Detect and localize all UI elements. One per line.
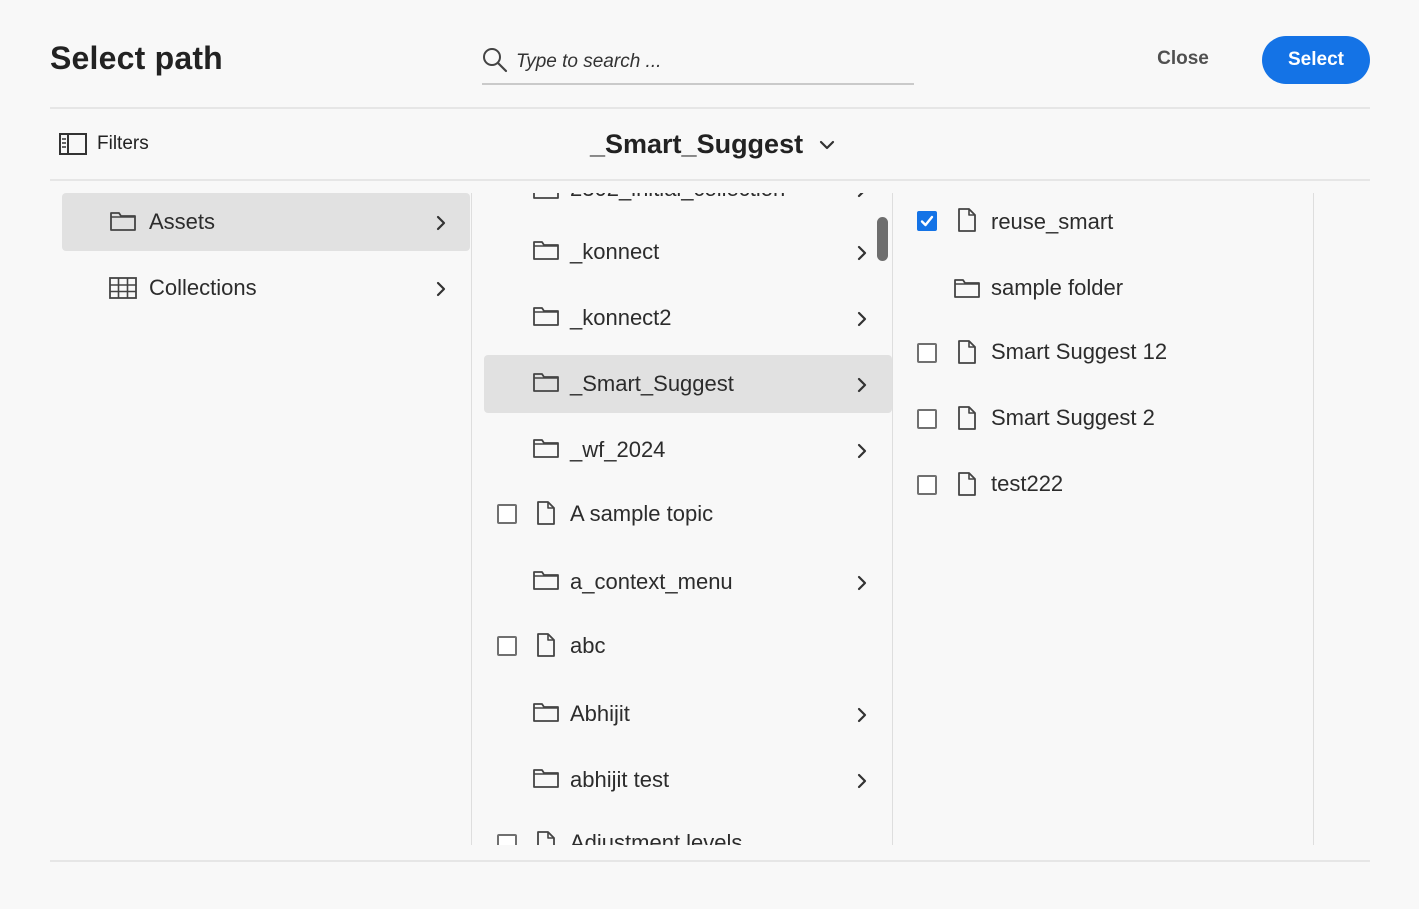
browser-toolbar: Filters _Smart_Suggest (50, 109, 1370, 181)
nav-column: Assets Collections (62, 193, 470, 845)
item-checkbox[interactable] (917, 409, 937, 429)
item-label: abhijit test (570, 767, 670, 792)
list-item[interactable]: Abhijit (472, 685, 892, 743)
item-label: sample folder (991, 275, 1124, 300)
nav-item-assets[interactable]: Assets (62, 193, 470, 251)
list-item[interactable]: _konnect2 (472, 289, 892, 347)
list-item[interactable]: a_context_menu (472, 553, 892, 611)
folder-icon (533, 241, 559, 260)
list-item-selected[interactable]: _Smart_Suggest (484, 355, 892, 413)
item-checkbox[interactable] (497, 636, 517, 656)
list-item[interactable]: _konnect (472, 223, 892, 281)
footer-divider (50, 860, 1370, 862)
folder-icon (533, 307, 559, 326)
item-checkbox[interactable] (497, 834, 517, 845)
current-folder-label: _Smart_Suggest (590, 129, 804, 159)
folder-icon (533, 439, 559, 458)
item-label: _Smart_Suggest (570, 371, 734, 396)
item-checkbox[interactable] (917, 475, 937, 495)
item-label: A sample topic (570, 501, 714, 526)
folder-icon (533, 703, 559, 722)
close-button[interactable]: Close (1143, 36, 1223, 82)
item-label: test222 (991, 471, 1064, 496)
chevron-right-icon (857, 245, 867, 261)
nav-item-label: Assets (149, 209, 216, 234)
chevron-right-icon (857, 575, 867, 591)
list-item[interactable]: Smart Suggest 12 (893, 323, 1313, 381)
file-icon (958, 208, 976, 232)
chevron-right-icon (436, 215, 446, 231)
chevron-right-icon (857, 707, 867, 723)
file-icon (958, 340, 976, 364)
item-label: _konnect (570, 239, 660, 264)
item-checkbox[interactable] (917, 343, 937, 363)
chevron-right-icon (857, 773, 867, 789)
grid-icon (109, 277, 137, 299)
checkmark-icon (920, 215, 934, 227)
nav-item-collections[interactable]: Collections (62, 259, 470, 317)
list-item[interactable]: abc (472, 617, 892, 675)
chevron-down-icon (819, 140, 835, 149)
file-icon (958, 406, 976, 430)
list-item[interactable]: Adjustment levels (472, 813, 892, 845)
item-checkbox-checked[interactable] (917, 211, 937, 231)
dialog-header: Select path Close Select (50, 0, 1370, 109)
scrollbar-thumb[interactable] (877, 217, 888, 261)
filters-label: Filters (97, 133, 149, 154)
item-label: Smart Suggest 2 (991, 405, 1155, 430)
dialog-title: Select path (50, 40, 223, 76)
list-item[interactable]: reuse_smart (893, 193, 1313, 251)
folder-icon (954, 279, 980, 298)
item-label: _wf_2024 (570, 437, 666, 462)
current-folder-dropdown[interactable]: _Smart_Suggest (590, 129, 835, 160)
file-icon (958, 472, 976, 496)
chevron-right-icon (857, 377, 867, 393)
sidebar-panel-icon (59, 133, 87, 155)
item-checkbox[interactable] (497, 504, 517, 524)
chevron-right-icon (857, 193, 864, 198)
item-label: a_context_menu (570, 569, 733, 594)
filters-toggle[interactable]: Filters (59, 133, 149, 155)
item-label: _konnect2 (570, 305, 672, 330)
folder-column: 2302_initial_collection _konnect _konnec… (471, 193, 892, 845)
select-button[interactable]: Select (1262, 36, 1370, 84)
list-item[interactable]: A sample topic (472, 485, 892, 543)
folder-icon (533, 373, 559, 392)
chevron-right-icon (857, 311, 867, 327)
item-label: Adjustment levels (570, 830, 743, 845)
file-icon (537, 633, 555, 657)
item-label: 2302_initial_collection (570, 193, 785, 202)
list-item[interactable]: Smart Suggest 2 (893, 389, 1313, 447)
item-label: abc (570, 633, 606, 658)
chevron-right-icon (857, 443, 867, 459)
file-icon (537, 831, 555, 845)
content-column: reuse_smart sample folder Smart Suggest … (892, 193, 1314, 845)
list-item[interactable]: _wf_2024 (472, 421, 892, 479)
list-item[interactable]: abhijit test (472, 751, 892, 809)
item-label: Abhijit (570, 701, 630, 726)
file-icon (537, 501, 555, 525)
item-label: Smart Suggest 12 (991, 339, 1168, 364)
list-item[interactable]: 2302_initial_collection (472, 193, 892, 218)
list-item[interactable]: sample folder (893, 259, 1313, 317)
search-icon (483, 48, 508, 73)
item-label: reuse_smart (991, 209, 1114, 234)
search-box[interactable] (482, 44, 914, 85)
list-item[interactable]: test222 (893, 455, 1313, 513)
folder-icon (533, 571, 559, 590)
search-input[interactable] (516, 48, 906, 76)
folder-icon (110, 212, 136, 231)
nav-item-label: Collections (149, 275, 257, 300)
folder-icon (533, 769, 559, 788)
chevron-right-icon (436, 281, 446, 297)
folder-icon (533, 193, 559, 199)
